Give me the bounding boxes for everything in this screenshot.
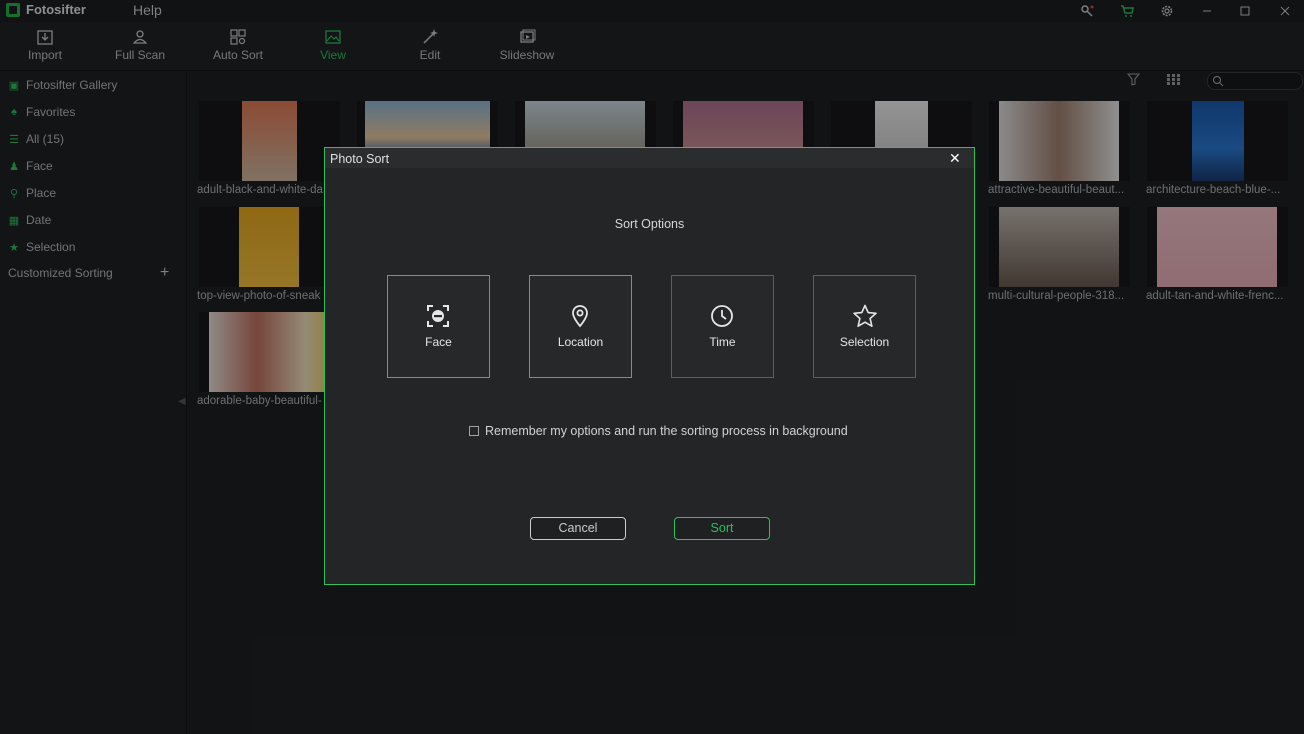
photo-sort-dialog: Photo Sort ✕ Sort Options Face Location … xyxy=(324,147,975,585)
dialog-title: Photo Sort xyxy=(330,152,390,166)
cancel-button[interactable]: Cancel xyxy=(530,517,626,540)
star-icon xyxy=(853,304,877,327)
face-scan-icon xyxy=(427,305,449,327)
remember-options-label: Remember my options and run the sorting … xyxy=(485,424,848,438)
dialog-close-icon[interactable]: ✕ xyxy=(949,150,961,167)
dialog-header xyxy=(325,148,974,168)
clock-icon xyxy=(711,305,733,327)
sort-options-heading: Sort Options xyxy=(614,217,685,231)
sort-option-selection[interactable]: Selection xyxy=(813,275,916,378)
sort-option-label: Time xyxy=(709,335,736,349)
sort-option-label: Location xyxy=(557,335,604,349)
sort-option-location[interactable]: Location xyxy=(529,275,632,378)
remember-options-checkbox[interactable] xyxy=(469,426,479,436)
sort-button[interactable]: Sort xyxy=(674,517,770,540)
location-pin-icon xyxy=(572,305,588,328)
sort-option-label: Face xyxy=(425,335,452,349)
sort-option-time[interactable]: Time xyxy=(671,275,774,378)
sort-option-face[interactable]: Face xyxy=(387,275,490,378)
remember-options-row[interactable]: Remember my options and run the sorting … xyxy=(469,424,848,438)
sort-option-label: Selection xyxy=(839,335,890,349)
